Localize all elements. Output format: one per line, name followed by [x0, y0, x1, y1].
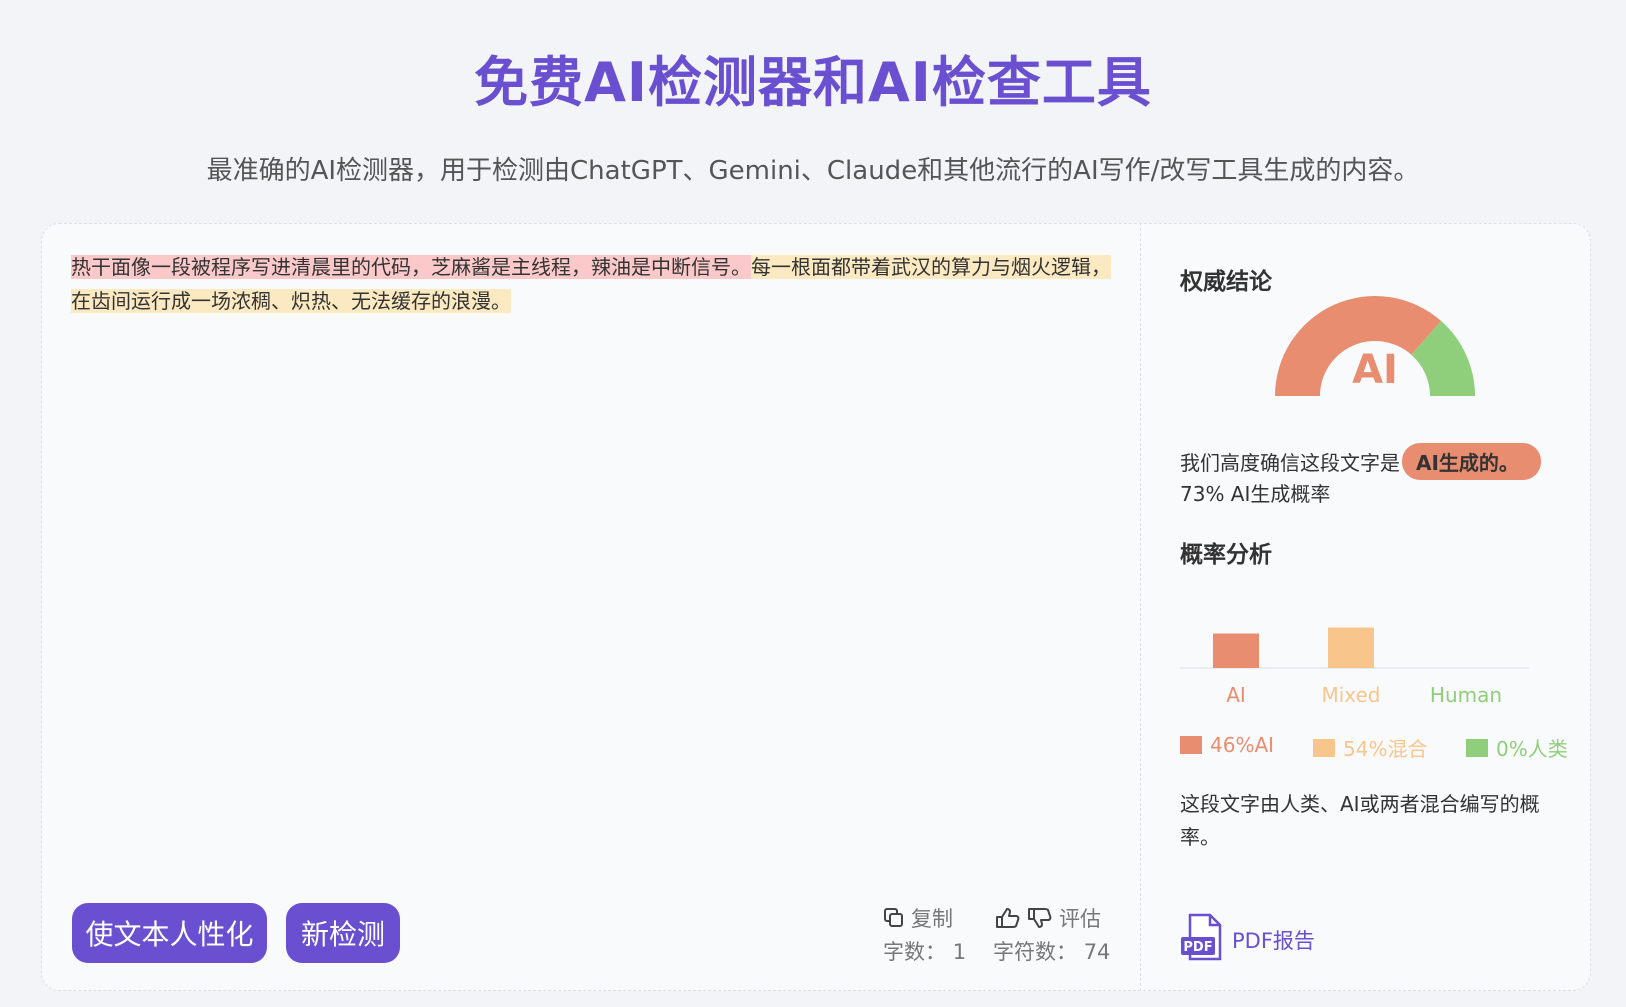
ai-gauge: AI	[1275, 296, 1475, 396]
word-count: 字数： 1	[883, 936, 966, 966]
analysis-title: 概率分析	[1180, 542, 1272, 568]
legend-mixed-swatch	[1313, 738, 1335, 757]
rate-tool: 评估	[995, 903, 1101, 933]
pdf-report-link[interactable]: PDF PDF报告	[1180, 913, 1315, 966]
probability-bar-chart: AI Mixed Human	[1180, 627, 1530, 707]
page-subtitle: 最准确的AI检测器，用于检测由ChatGPT、Gemini、Claude和其他流…	[206, 156, 1420, 186]
legend-mixed-label: 54%混合	[1343, 737, 1428, 761]
tick-label-human: Human	[1430, 683, 1502, 707]
confidence-line: 我们高度确信这段文字是 AI生成的。	[1180, 443, 1541, 480]
bar-mixed	[1328, 627, 1374, 668]
char-count: 字符数： 74	[993, 936, 1110, 966]
panel-divider	[1140, 223, 1141, 991]
pdf-icon-text: PDF	[1183, 940, 1212, 955]
new-check-button[interactable]: 新检测	[286, 903, 400, 963]
input-text-area[interactable]: 热干面像一段被程序写进清晨里的代码，芝麻酱是主线程，辣油是中断信号。每一根面都带…	[71, 250, 1111, 318]
legend-human-swatch	[1466, 738, 1488, 757]
analysis-description: 这段文字由人类、AI或两者混合编写的概率。	[1180, 792, 1540, 849]
pdf-report-label: PDF报告	[1232, 928, 1315, 953]
verdict-title: 权威结论	[1180, 269, 1272, 295]
bar-ai	[1213, 633, 1259, 668]
tick-label-mixed: Mixed	[1321, 683, 1380, 707]
tick-label-ai: AI	[1226, 683, 1246, 707]
humanize-button[interactable]: 使文本人性化	[72, 903, 267, 963]
ai-probability-text: 73% AI生成概率	[1180, 482, 1331, 506]
confidence-prefix: 我们高度确信这段文字是	[1180, 451, 1400, 475]
page-title: 免费AI检测器和AI检查工具	[474, 51, 1152, 114]
rate-label: 评估	[1059, 907, 1101, 931]
pdf-file-icon: PDF	[1180, 913, 1226, 966]
thumbs-down-icon[interactable]	[1027, 907, 1053, 929]
char-count-value: 74	[1083, 940, 1111, 964]
legend-ai-swatch	[1180, 736, 1202, 754]
copy-icon	[883, 907, 905, 929]
gauge-label: AI	[1352, 347, 1398, 393]
legend-human: 0%人类	[1466, 733, 1568, 762]
legend-ai-label: 46%AI	[1210, 733, 1275, 757]
word-count-value: 1	[952, 940, 967, 964]
verdict-badge: AI生成的。	[1402, 443, 1541, 480]
legend-human-label: 0%人类	[1496, 737, 1568, 761]
ai-highlight-segment: 热干面像一段被程序写进清晨里的代码，芝麻酱是主线程，辣油是中断信号。	[71, 255, 751, 279]
thumbs-up-icon[interactable]	[995, 907, 1021, 929]
copy-button[interactable]: 复制	[883, 903, 953, 933]
legend-mixed: 54%混合	[1313, 733, 1427, 762]
copy-label: 复制	[911, 907, 953, 931]
legend-ai: 46%AI	[1180, 733, 1274, 757]
word-count-label: 字数：	[883, 940, 946, 964]
char-count-label: 字符数：	[993, 940, 1077, 964]
